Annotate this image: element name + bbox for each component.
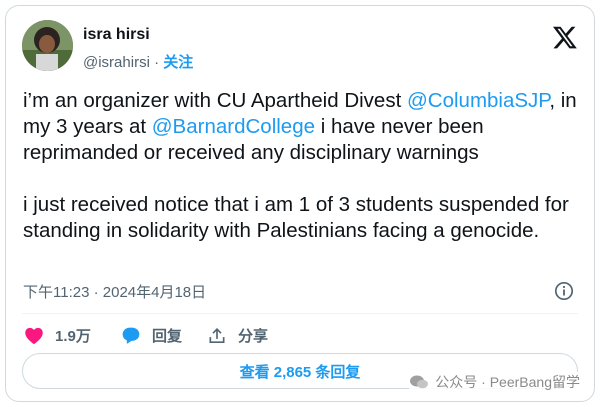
mention-columbiasjp-link[interactable]: @ColumbiaSJP	[407, 89, 549, 112]
info-icon[interactable]	[554, 281, 574, 301]
watermark-text: 公众号 · PeerBang留学	[435, 374, 580, 390]
heart-icon	[25, 327, 43, 345]
share-button[interactable]: 分享	[207, 325, 268, 346]
reply-label: 回复	[152, 328, 183, 345]
view-replies-label: 查看 2,865 条回复	[239, 363, 361, 381]
wechat-icon	[410, 375, 429, 389]
handle-row: @israhirsi · 关注	[83, 51, 193, 72]
like-button[interactable]: 1.9万	[24, 325, 91, 346]
separator: ·	[154, 54, 160, 71]
watermark: 公众号 · PeerBang留学	[409, 372, 580, 392]
mention-barnardcollege-link[interactable]: @BarnardCollege	[152, 115, 315, 138]
divider	[22, 313, 578, 314]
share-upload-icon	[209, 328, 225, 343]
speech-bubble-icon	[122, 327, 140, 344]
user-handle[interactable]: @israhirsi	[83, 54, 150, 71]
avatar[interactable]	[22, 20, 73, 71]
display-name[interactable]: isra hirsi	[83, 26, 150, 44]
follow-button[interactable]: 关注	[163, 54, 193, 71]
share-label: 分享	[238, 328, 269, 345]
tweet-text-part: i’m an organizer with CU Apartheid Dives…	[23, 89, 407, 112]
like-count: 1.9万	[55, 328, 91, 345]
x-logo-icon[interactable]	[552, 24, 578, 50]
tweet-text: i’m an organizer with CU Apartheid Dives…	[23, 88, 583, 244]
timestamp-link[interactable]: 下午11:23 · 2024年4月18日	[23, 281, 206, 302]
tweet-text-paragraph: i just received notice that i am 1 of 3 …	[23, 193, 575, 242]
reply-button[interactable]: 回复	[121, 325, 182, 346]
tweet-card: isra hirsi @israhirsi · 关注 i’m an organi…	[5, 5, 595, 402]
